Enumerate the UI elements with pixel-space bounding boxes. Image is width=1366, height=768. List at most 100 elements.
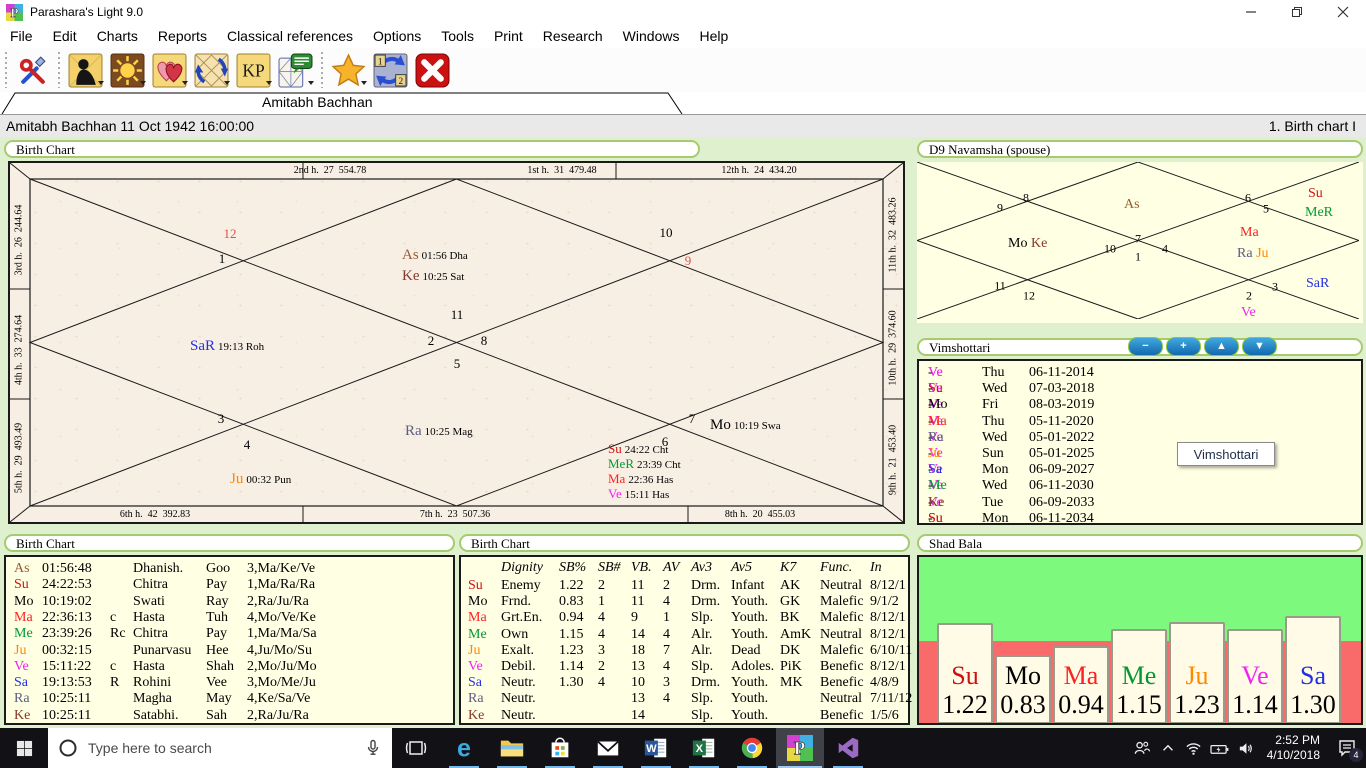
- planet-abbr: SaR: [1306, 276, 1330, 291]
- menu-windows[interactable]: Windows: [613, 26, 690, 46]
- close-button[interactable]: [1320, 0, 1366, 24]
- bar-value: 0.94: [1058, 690, 1104, 720]
- minimize-button[interactable]: [1228, 0, 1274, 24]
- window-title: Parashara's Light 9.0: [30, 5, 144, 19]
- cell: 9/1/2: [870, 594, 899, 610]
- file-explorer-button[interactable]: [488, 728, 536, 768]
- kp-system-button[interactable]: KP: [232, 50, 274, 90]
- house-cusp-label: 5th h. 29 493.49: [13, 422, 25, 494]
- varga-rotate-button[interactable]: [190, 50, 232, 90]
- menu-help[interactable]: Help: [689, 26, 738, 46]
- motion-flag: R: [110, 675, 120, 691]
- cell: 11: [631, 578, 645, 593]
- dasha-row[interactable]: Ve - Ra Wed 05-01-2022: [919, 430, 1361, 446]
- cell: 2: [598, 578, 605, 593]
- favorites-button[interactable]: [327, 50, 369, 90]
- battery-tray-button[interactable]: [1207, 728, 1233, 768]
- show-hidden-icons-button[interactable]: [1155, 728, 1181, 768]
- birth-data-button[interactable]: [64, 50, 106, 90]
- panel-title-positions: Birth Chart: [4, 534, 455, 552]
- cell: Infant: [731, 578, 765, 593]
- menu-edit[interactable]: Edit: [43, 26, 87, 46]
- people-tray-button[interactable]: [1129, 728, 1155, 768]
- compatibility-button[interactable]: [148, 50, 190, 90]
- vimshottari-up-button[interactable]: ▲: [1204, 337, 1239, 356]
- cell: 2: [663, 578, 670, 593]
- dasha-row[interactable]: Ve - Ma Thu 05-11-2020: [919, 414, 1361, 430]
- visual-studio-button[interactable]: [824, 728, 872, 768]
- task-view-button[interactable]: [392, 728, 440, 768]
- worksheet-button[interactable]: [274, 50, 316, 90]
- cell: 1.14: [559, 659, 584, 674]
- vimshottari-expand-button[interactable]: +: [1166, 337, 1201, 356]
- action-center-button[interactable]: 4: [1328, 728, 1366, 768]
- shadbala-bar-ju: Ju 1.23: [1169, 622, 1225, 723]
- notification-badge: 4: [1349, 748, 1363, 762]
- house-cusp-label: 12th h. 24 434.20: [721, 165, 797, 176]
- start-button[interactable]: [0, 728, 48, 768]
- search-input[interactable]: [86, 739, 364, 757]
- planet-abbr: Ma: [1240, 225, 1259, 240]
- sun-chart-button[interactable]: [106, 50, 148, 90]
- tools-button[interactable]: [11, 50, 53, 90]
- menu-print[interactable]: Print: [484, 26, 533, 46]
- dasha-row[interactable]: Ve - Ve Thu 06-11-2014: [919, 365, 1361, 381]
- main-birth-chart: 2nd h. 27 554.78 1st h. 31 479.48 12th h. …: [8, 161, 905, 524]
- house-number: 3: [217, 411, 225, 426]
- dasha-row[interactable]: Ve - Sa Mon 06-09-2027: [919, 462, 1361, 478]
- dasha-row[interactable]: Ve - Ke Tue 06-09-2033: [919, 495, 1361, 511]
- swap-charts-button[interactable]: 12: [369, 50, 411, 90]
- taskbar-search[interactable]: [48, 728, 392, 768]
- cell: Youth.: [731, 675, 769, 691]
- house-cusp-label: 1st h. 31 479.48: [527, 165, 597, 176]
- table-row: Sa 19:13:53 R Rohini Vee 3,Mo/Me/Ju: [6, 675, 453, 691]
- menu-research[interactable]: Research: [533, 26, 613, 46]
- dasha-date: 06-09-2027: [1029, 462, 1095, 478]
- mail-button[interactable]: [584, 728, 632, 768]
- tab-chart[interactable]: Amitabh Bachhan: [262, 94, 373, 110]
- menu-charts[interactable]: Charts: [87, 26, 148, 46]
- name-syllable: Sah: [206, 707, 227, 723]
- dasha-row[interactable]: Su - Su Mon 06-11-2034: [919, 511, 1361, 527]
- cell: Exalt.: [501, 642, 535, 658]
- menu-file[interactable]: File: [0, 26, 43, 46]
- table-row: Ve 15:11:22 c Hasta Shah 2,Mo/Ju/Mo: [6, 659, 453, 675]
- edge-button[interactable]: e: [440, 728, 488, 768]
- dasha-row[interactable]: Ve - Su Wed 07-03-2018: [919, 381, 1361, 397]
- planet-abbr: Ve: [468, 659, 483, 674]
- volume-tray-button[interactable]: [1233, 728, 1259, 768]
- excel-button[interactable]: X: [680, 728, 728, 768]
- dasha-row[interactable]: Ve - Mo Fri 08-03-2019: [919, 397, 1361, 413]
- close-icon: [415, 53, 449, 87]
- dasha-row[interactable]: Ve - Ju Sun 05-01-2025: [919, 446, 1361, 462]
- cell: BK: [780, 610, 800, 626]
- house-number: 8: [1023, 190, 1029, 205]
- cell: Slp.: [691, 610, 714, 626]
- store-button[interactable]: [536, 728, 584, 768]
- chrome-button[interactable]: [728, 728, 776, 768]
- vimshottari-controls: − + ▲ ▼: [1128, 337, 1277, 356]
- restore-button[interactable]: [1274, 0, 1320, 24]
- microphone-icon[interactable]: [364, 739, 382, 757]
- menu-classical-references[interactable]: Classical references: [217, 26, 363, 46]
- word-icon: W: [644, 738, 667, 758]
- close-button[interactable]: [411, 50, 453, 90]
- menu-options[interactable]: Options: [363, 26, 431, 46]
- dasha-row[interactable]: Ve - Me Wed 06-11-2030: [919, 478, 1361, 494]
- planet-abbr: As: [402, 247, 419, 263]
- shadbala-bar-me: Me 1.15: [1111, 629, 1167, 723]
- vimshottari-down-button[interactable]: ▼: [1242, 337, 1277, 356]
- word-button[interactable]: W: [632, 728, 680, 768]
- cell: 14: [631, 626, 645, 642]
- planet-degree: 01:56:48: [42, 561, 92, 576]
- table-row: Ra 10:25:11 Magha May 4,Ke/Sa/Ve: [6, 691, 453, 707]
- planet-abbr: Ke: [1027, 236, 1048, 251]
- parashara-button[interactable]: P: [776, 728, 824, 768]
- planet-detail: 15:11 Has: [624, 489, 670, 501]
- vimshottari-collapse-button[interactable]: −: [1128, 337, 1163, 356]
- wifi-tray-button[interactable]: [1181, 728, 1207, 768]
- taskbar-clock[interactable]: 2:52 PM 4/10/2018: [1267, 733, 1320, 763]
- column-header: AV: [663, 560, 680, 575]
- menu-reports[interactable]: Reports: [148, 26, 217, 46]
- menu-tools[interactable]: Tools: [431, 26, 484, 46]
